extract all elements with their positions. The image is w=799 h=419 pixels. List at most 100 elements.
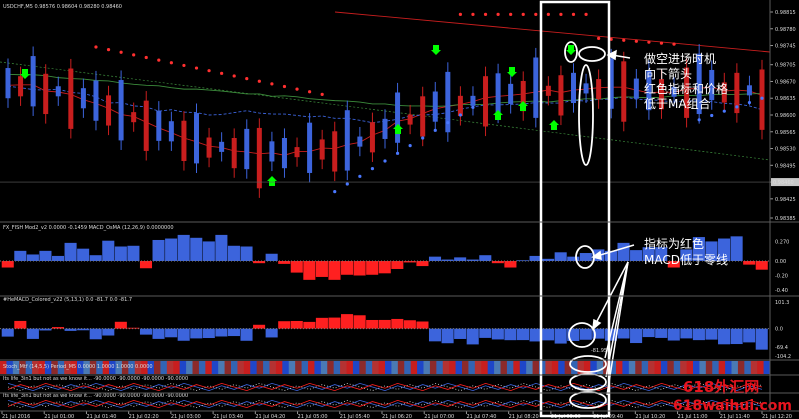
stoch-cell [301,361,309,374]
macd-bar [303,321,316,329]
osma-bar [39,250,52,261]
macd-bar [190,328,203,339]
sar-dot [220,71,224,75]
stoch-cell [673,361,681,374]
candle-body [332,131,338,172]
stoch-cell [314,361,322,374]
stoch-cell [468,361,476,374]
sar-dot [106,48,111,52]
price-tick-label: 0.98425 [775,197,796,203]
osma-tick-label: -0.40 [775,288,788,294]
macd-bar [51,327,65,329]
stoch-cell [333,361,341,374]
candle-body [357,136,363,147]
stoch-cell [275,361,283,374]
sar-dot [320,92,324,96]
sar-dot [333,190,337,194]
candle-body [168,121,174,142]
sar-dot [710,113,714,118]
sar-dot [760,96,764,100]
stoch-cell [693,361,700,374]
stoch-cell [526,361,534,374]
stoch-cell [763,361,771,374]
stoch-cell [166,361,174,374]
stoch-cell [359,361,367,374]
candle-body [106,95,112,126]
stoch-cell [378,361,386,374]
osma-bar [253,261,266,264]
macd-bar [542,328,555,341]
stoch-cell [494,361,501,374]
macd-bar [152,328,165,339]
candle-body [269,141,275,162]
macd-bar [215,328,228,337]
sar-dot [735,105,739,109]
macd-bar [139,328,153,335]
stoch-cell [365,361,373,374]
stoch-cell [481,361,489,374]
stoch-strip-panel[interactable]: Stoch_Mtf (14,5,5) Period_M5 0.0000 1.00… [0,361,771,374]
time-tick-label: 21 Jul 08:20 [509,414,539,419]
price-tick-label: 0.98635 [775,96,796,102]
stoch-cell [474,361,482,374]
stoch-cell [423,361,431,374]
osma-bar [504,261,517,268]
sar-dot [270,82,274,86]
macd-bar [617,328,630,339]
osma-bar [265,253,278,261]
stoch-cell [532,361,540,374]
candle-body [495,73,501,114]
stoch-cell [198,361,206,374]
stoch-cell [622,361,630,374]
stoch-cell [211,361,219,374]
candle-body [18,76,24,97]
time-tick-label: 21 Jul 01:00 [44,414,74,419]
stoch-cell [737,361,745,374]
sar-dot [245,76,249,81]
candle-body [545,85,551,96]
macd-bar [353,315,366,329]
osma-bar [303,261,316,280]
stoch-cell [744,361,752,374]
stoch-cell [628,361,636,374]
osma-bar [290,261,303,273]
time-tick-label: 21 Jul 05:00 [298,414,328,419]
price-tick-label: 0.98705 [775,63,796,69]
sar-dot [672,42,676,46]
stoch-cell [648,361,655,374]
macd-bar [730,328,743,345]
macd-bar [341,314,354,329]
sar-dot [257,79,261,83]
stoch-cell [551,361,559,374]
candle-body [68,68,74,129]
stoch-cell [462,361,469,374]
osma-bar [139,261,153,269]
macd-bar [290,320,303,329]
sar-dot [521,12,525,16]
sar-dot [182,63,186,68]
macd-bar [479,328,492,338]
sar-dot [622,38,626,42]
candle-body [219,141,225,152]
macd-bar [755,328,768,350]
candle-body [294,147,300,158]
stoch-cell [263,361,270,374]
stoch-cell [558,361,566,374]
stoch-cell [417,361,424,374]
sar-dot [433,128,437,132]
sar-dot [446,121,450,125]
stoch-cell [641,361,649,374]
sar-dot [509,12,513,16]
stoch-cell [731,361,739,374]
sar-dot [559,12,563,16]
osma-bar [366,261,379,275]
osma-bar [579,253,592,261]
stoch-cell [404,361,412,374]
stoch-cell [391,361,399,374]
candle-body [80,88,86,109]
sar-dot [571,12,576,16]
sar-dot [747,100,752,105]
price-tick-label: 0.98815 [775,10,796,16]
stoch-cell [243,361,251,374]
candle-body [470,95,476,106]
